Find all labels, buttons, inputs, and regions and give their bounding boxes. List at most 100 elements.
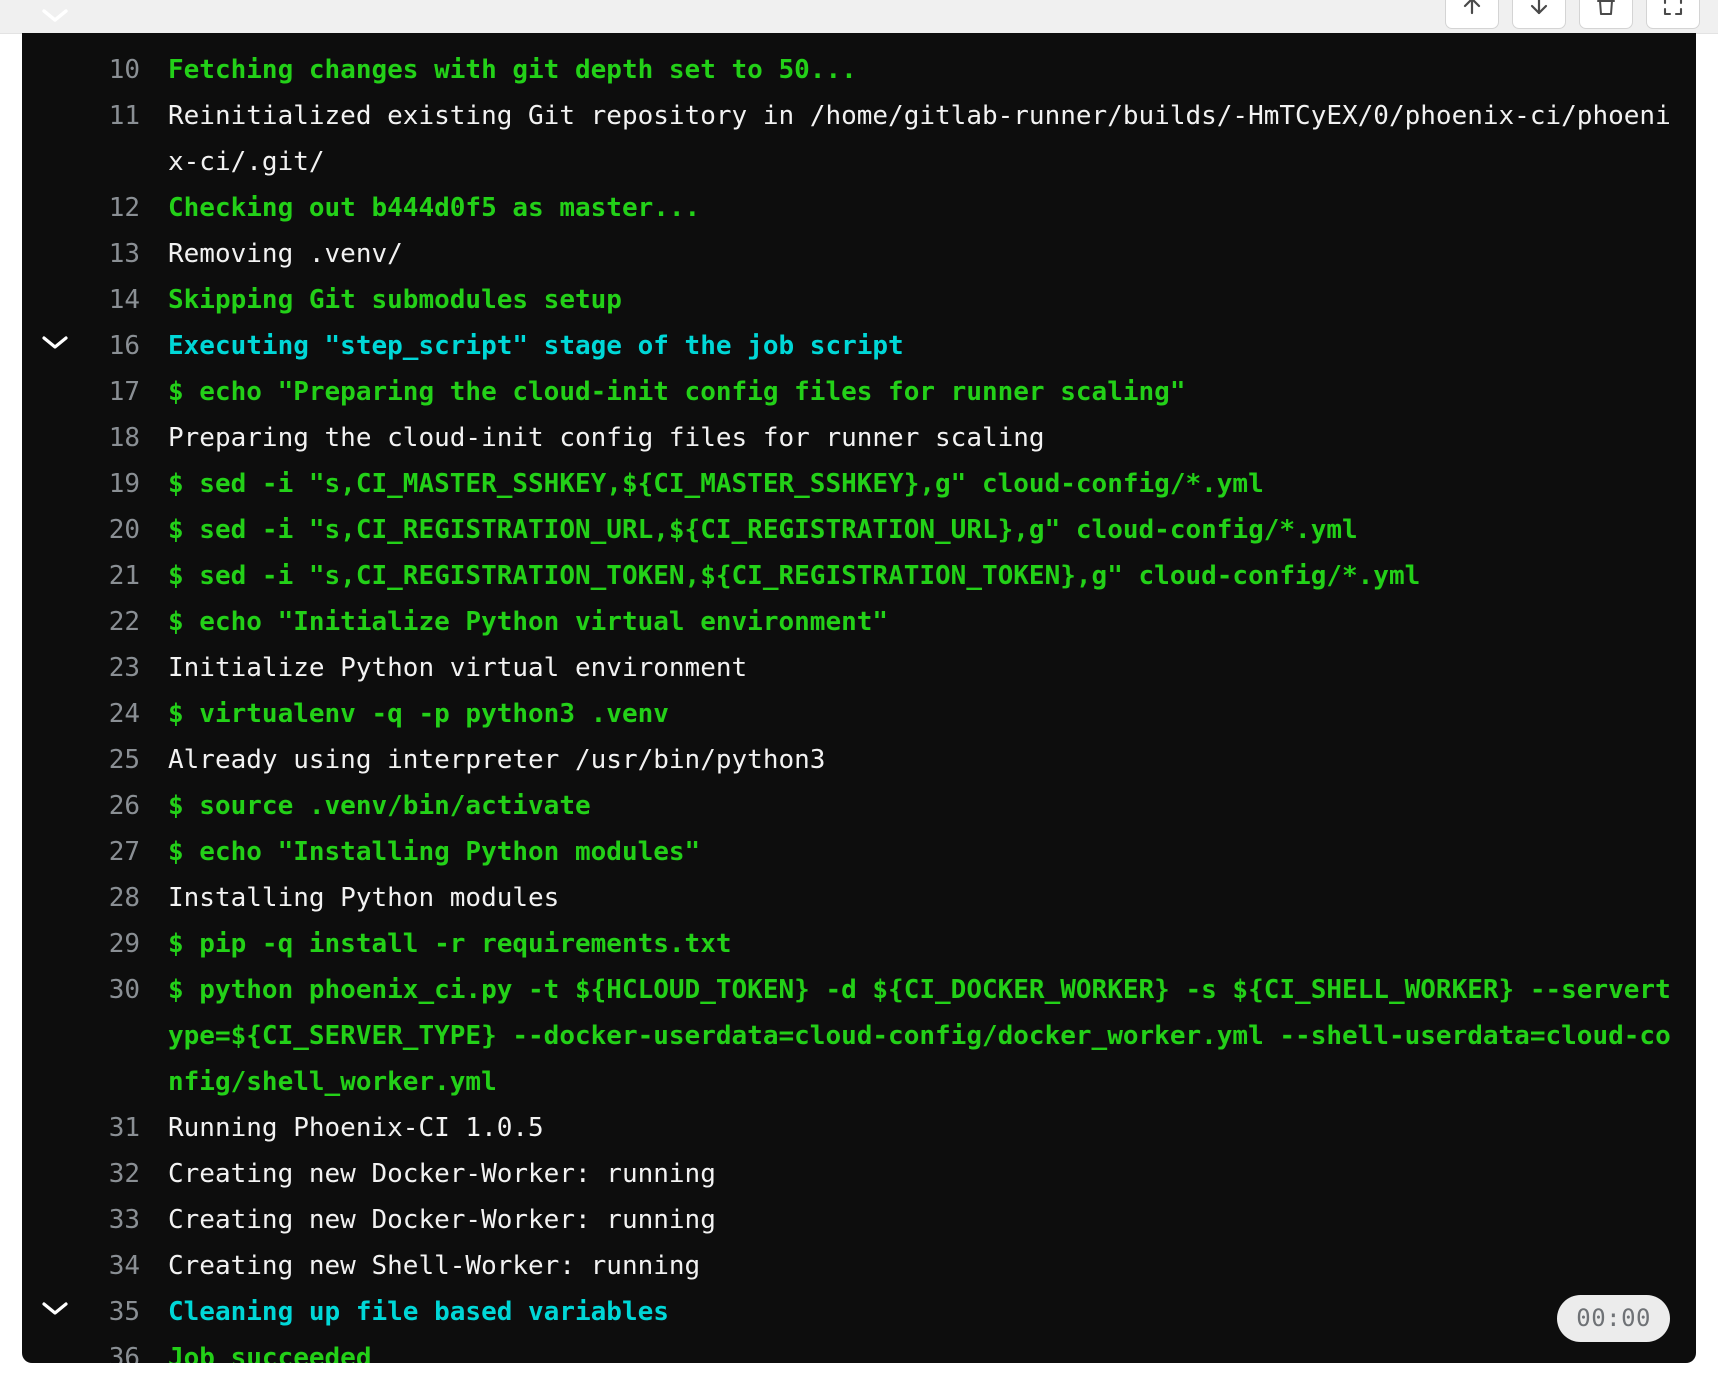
log-line-number[interactable]: 22	[88, 599, 140, 645]
log-line: 14 Skipping Git submodules setup	[22, 277, 1696, 323]
log-line-text: Already using interpreter /usr/bin/pytho…	[168, 745, 826, 775]
toolbar-right-group	[1445, 0, 1700, 31]
log-line-text: $ source .venv/bin/activate	[168, 791, 591, 821]
log-line: 28 Installing Python modules	[22, 875, 1696, 921]
log-line-number[interactable]: 10	[88, 47, 140, 93]
log-line-number[interactable]: 35	[88, 1289, 140, 1335]
log-line-text: Creating new Docker-Worker: running	[168, 1159, 716, 1189]
log-line-number[interactable]: 13	[88, 231, 140, 277]
log-line-text: Running Phoenix-CI 1.0.5	[168, 1113, 544, 1143]
log-line: 25 Already using interpreter /usr/bin/pyt…	[22, 737, 1696, 783]
log-line-text: $ sed -i "s,CI_MASTER_SSHKEY,${CI_MASTER…	[168, 469, 1264, 499]
log-line: 17 $ echo "Preparing the cloud-init confi…	[22, 369, 1696, 415]
log-line-text: Creating new Shell-Worker: running	[168, 1251, 701, 1281]
log-line-text: $ pip -q install -r requirements.txt	[168, 929, 732, 959]
log-line-text: Creating new Docker-Worker: running	[168, 1205, 716, 1235]
log-line-text: $ python phoenix_ci.py -t ${HCLOUD_TOKEN…	[168, 975, 1671, 1097]
log-line: 34 Creating new Shell-Worker: running	[22, 1243, 1696, 1289]
log-line: 21 $ sed -i "s,CI_REGISTRATION_TOKEN,${CI…	[22, 553, 1696, 599]
log-line: 27 $ echo "Installing Python modules"	[22, 829, 1696, 875]
log-line: 10 Fetching changes with git depth set to…	[22, 47, 1696, 93]
full-screen-button[interactable]	[1646, 0, 1700, 29]
section-collapse-chevron-icon[interactable]	[22, 1289, 88, 1317]
log-line-text: Job succeeded	[168, 1343, 372, 1363]
log-line-number[interactable]: 25	[88, 737, 140, 783]
log-line: 26 $ source .venv/bin/activate	[22, 783, 1696, 829]
log-line-number[interactable]: 26	[88, 783, 140, 829]
log-line: 13 Removing .venv/	[22, 231, 1696, 277]
log-line-number[interactable]: 21	[88, 553, 140, 599]
log-line-number[interactable]: 19	[88, 461, 140, 507]
log-line-number[interactable]: 12	[88, 185, 140, 231]
trash-icon	[1595, 0, 1617, 17]
log-line-text: Initialize Python virtual environment	[168, 653, 748, 683]
chevron-down-icon[interactable]	[38, 0, 72, 32]
log-line[interactable]: 16 Executing "step_script" stage of the j…	[22, 323, 1696, 369]
log-line-text: Checking out b444d0f5 as master...	[168, 193, 701, 223]
expand-icon	[1662, 0, 1684, 17]
log-line-number[interactable]: 31	[88, 1105, 140, 1151]
log-line: 11 Reinitialized existing Git repository …	[22, 93, 1696, 185]
log-line-text: Installing Python modules	[168, 883, 560, 913]
log-line-number[interactable]: 24	[88, 691, 140, 737]
log-line-text: $ sed -i "s,CI_REGISTRATION_TOKEN,${CI_R…	[168, 561, 1421, 591]
log-line-number[interactable]: 16	[88, 323, 140, 369]
erase-job-log-button[interactable]	[1579, 0, 1633, 29]
log-line-number[interactable]: 29	[88, 921, 140, 967]
log-line-number[interactable]: 36	[88, 1335, 140, 1363]
scroll-to-bottom-button[interactable]	[1512, 0, 1566, 29]
job-log-panel[interactable]: 10 Fetching changes with git depth set to…	[22, 33, 1696, 1363]
log-line-number[interactable]: 20	[88, 507, 140, 553]
log-line-number[interactable]: 28	[88, 875, 140, 921]
log-line: 12 Checking out b444d0f5 as master...	[22, 185, 1696, 231]
log-line-number[interactable]: 27	[88, 829, 140, 875]
log-line-number[interactable]: 33	[88, 1197, 140, 1243]
toolbar-left-group	[30, 0, 68, 25]
log-line-number[interactable]: 17	[88, 369, 140, 415]
section-collapse-chevron-icon[interactable]	[22, 323, 88, 351]
job-log-toolbar	[0, 0, 1718, 34]
log-line: 31 Running Phoenix-CI 1.0.5	[22, 1105, 1696, 1151]
scroll-to-top-button[interactable]	[1445, 0, 1499, 29]
log-line-number[interactable]: 18	[88, 415, 140, 461]
log-line: 32 Creating new Docker-Worker: running	[22, 1151, 1696, 1197]
log-line[interactable]: 35 Cleaning up file based variables 00:00	[22, 1289, 1696, 1342]
log-line-number[interactable]: 11	[88, 93, 140, 139]
log-line: 23 Initialize Python virtual environment	[22, 645, 1696, 691]
log-line: 30 $ python phoenix_ci.py -t ${HCLOUD_TOK…	[22, 967, 1696, 1105]
log-line-number[interactable]: 23	[88, 645, 140, 691]
log-line-text: Executing "step_script" stage of the job…	[168, 331, 904, 361]
log-line-text: $ virtualenv -q -p python3 .venv	[168, 699, 669, 729]
log-line-number[interactable]: 14	[88, 277, 140, 323]
log-line-text: Preparing the cloud-init config files fo…	[168, 423, 1045, 453]
log-line: 20 $ sed -i "s,CI_REGISTRATION_URL,${CI_R…	[22, 507, 1696, 553]
log-line-number[interactable]: 34	[88, 1243, 140, 1289]
log-line-text: $ sed -i "s,CI_REGISTRATION_URL,${CI_REG…	[168, 515, 1358, 545]
arrow-up-icon	[1461, 0, 1483, 17]
log-line-number[interactable]: 30	[88, 967, 140, 1013]
log-line-text: $ echo "Preparing the cloud-init config …	[168, 377, 1186, 407]
log-line-text: Reinitialized existing Git repository in…	[168, 101, 1671, 177]
log-line-text: $ echo "Initialize Python virtual enviro…	[168, 607, 889, 637]
log-line-number[interactable]: 32	[88, 1151, 140, 1197]
